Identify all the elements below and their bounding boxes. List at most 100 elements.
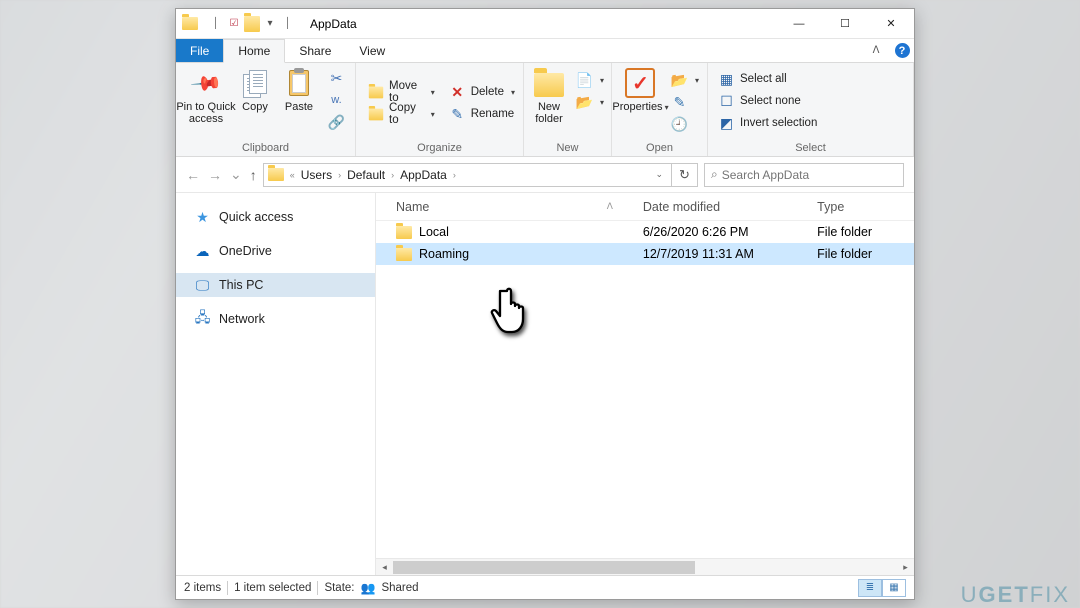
view-details-button[interactable]: ≣ [858,579,882,597]
cut-button[interactable]: ✂ [324,67,349,89]
history-button[interactable]: 🕘 [667,113,703,135]
breadcrumb-icon [268,168,284,181]
tab-home[interactable]: Home [223,39,285,63]
file-date: 12/7/2019 11:31 AM [643,247,817,261]
watermark: UGETFIX [961,582,1070,608]
scroll-left-icon[interactable]: ◂ [376,559,393,576]
forward-button[interactable]: → [208,167,222,183]
column-type[interactable]: Type [817,200,914,214]
maximize-button[interactable]: ☐ [822,9,868,39]
sidebar-item-onedrive[interactable]: ☁OneDrive [176,239,375,263]
tab-view[interactable]: View [345,39,399,62]
star-icon: ★ [194,209,211,226]
move-to-button[interactable]: Move to▾ [364,81,439,103]
window-title: AppData [310,17,357,31]
group-label-open: Open [616,141,703,156]
sidebar-item-quick-access[interactable]: ★Quick access [176,205,375,229]
breadcrumb-root-sep: « [290,170,295,180]
rename-button[interactable]: ✎Rename [445,103,519,125]
network-icon: 🖧 [194,311,211,328]
horizontal-scrollbar[interactable]: ◂ ▸ [376,558,914,575]
qat-dropdown-icon[interactable]: ▾ [262,16,278,32]
file-date: 6/26/2020 6:26 PM [643,225,817,239]
window-icon [182,17,198,30]
explorer-window: │ ☑ ▾ │ AppData — ☐ ✕ File Home Share Vi… [175,8,915,600]
copy-to-button[interactable]: Copy to▾ [364,103,439,125]
file-type: File folder [817,247,914,261]
navigation-pane: ★Quick access ☁OneDrive 🖵This PC 🖧Networ… [176,193,376,575]
qat-properties-icon[interactable]: ☑ [226,16,242,32]
status-bar: 2 items 1 item selected State: 👥 Shared … [176,575,914,599]
file-row[interactable]: Local6/26/2020 6:26 PMFile folder [376,221,914,243]
shared-icon: 👥 [361,581,376,595]
sidebar-item-network[interactable]: 🖧Network [176,307,375,331]
paste-button[interactable]: Paste [278,65,320,115]
search-input[interactable] [722,168,897,182]
minimize-button[interactable]: — [776,9,822,39]
close-button[interactable]: ✕ [868,9,914,39]
column-headers[interactable]: Name ᐱ Date modified Type [376,193,914,221]
search-box[interactable]: ⌕ [704,163,904,187]
open-button[interactable]: 📂▾ [667,69,703,91]
edit-button[interactable]: ✎ [667,91,703,113]
breadcrumb[interactable]: « Users › Default › AppData › ⌄ [263,163,672,187]
new-item-button[interactable]: 📄▾ [572,69,608,91]
group-label-select: Select [712,141,909,156]
pin-to-quick-access-button[interactable]: 📌 Pin to Quick access [180,65,232,127]
scrollbar-thumb[interactable] [393,561,695,574]
chevron-right-icon[interactable]: › [453,170,456,180]
invert-selection-button[interactable]: ◩Invert selection [714,112,821,134]
help-button[interactable]: ? [890,39,914,62]
back-button[interactable]: ← [186,167,200,183]
titlebar[interactable]: │ ☑ ▾ │ AppData — ☐ ✕ [176,9,914,39]
delete-button[interactable]: ✕Delete▾ [445,81,519,103]
status-selected-count: 1 item selected [234,582,311,594]
copy-button[interactable]: Copy [234,65,276,115]
column-date[interactable]: Date modified [643,200,817,214]
up-button[interactable]: ↑ [250,167,257,183]
easy-access-button[interactable]: 📂▾ [572,91,608,113]
refresh-button[interactable]: ↻ [672,163,698,187]
select-all-button[interactable]: ▦Select all [714,68,821,90]
qat-separator: │ [208,16,224,32]
status-state-label: State: [324,582,354,594]
cloud-icon: ☁ [194,243,211,260]
sort-indicator-icon: ᐱ [607,201,613,212]
status-item-count: 2 items [184,582,221,594]
collapse-ribbon-icon[interactable]: ᐱ [862,39,890,62]
folder-icon [396,226,412,239]
status-state-value: Shared [381,582,418,594]
ribbon: 📌 Pin to Quick access Copy Paste ✂ w. 🔗 [176,63,914,157]
properties-button[interactable]: ✓ Properties▾ [616,65,665,115]
qat-separator-2: │ [280,16,296,32]
file-name: Roaming [419,247,469,261]
recent-locations-button[interactable]: ⌄ [230,166,242,183]
ribbon-tabs: File Home Share View ᐱ ? [176,39,914,63]
breadcrumb-part-default[interactable]: Default [347,168,385,182]
group-label-new: New [528,141,607,156]
chevron-right-icon[interactable]: › [391,170,394,180]
sidebar-item-this-pc[interactable]: 🖵This PC [176,273,375,297]
file-row[interactable]: Roaming 12/7/2019 11:31 AMFile folder [376,243,914,265]
search-icon: ⌕ [711,167,718,182]
file-list: Name ᐱ Date modified Type Local6/26/2020 … [376,193,914,575]
tab-file[interactable]: File [176,39,223,62]
address-bar: ← → ⌄ ↑ « Users › Default › AppData › ⌄ … [176,157,914,193]
new-folder-button[interactable]: New folder [528,65,570,127]
chevron-right-icon[interactable]: › [338,170,341,180]
file-type: File folder [817,225,914,239]
select-none-button[interactable]: ☐Select none [714,90,821,112]
qat-folder-icon[interactable] [244,16,260,32]
breadcrumb-part-appdata[interactable]: AppData [400,168,447,182]
folder-icon [396,248,412,261]
paste-shortcut-button[interactable]: 🔗 [324,111,349,133]
copy-path-button[interactable]: w. [324,89,349,111]
monitor-icon: 🖵 [194,277,211,294]
scroll-right-icon[interactable]: ▸ [897,559,914,576]
view-tiles-button[interactable]: ▦ [882,579,906,597]
group-label-clipboard: Clipboard [180,141,351,156]
column-name[interactable]: Name [396,200,429,214]
breadcrumb-part-users[interactable]: Users [301,168,332,182]
breadcrumb-dropdown-icon[interactable]: ⌄ [651,169,667,180]
tab-share[interactable]: Share [285,39,345,62]
